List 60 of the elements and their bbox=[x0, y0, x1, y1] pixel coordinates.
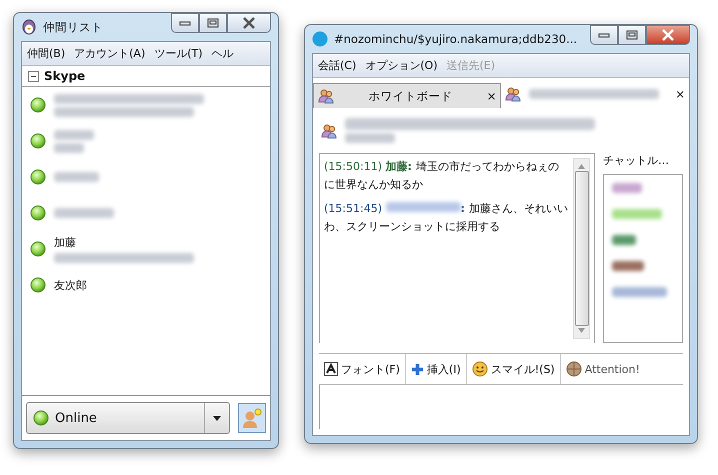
scroll-down-arrow-icon[interactable] bbox=[578, 328, 585, 333]
blurred-participant[interactable] bbox=[612, 261, 644, 271]
minimize-icon bbox=[598, 31, 610, 39]
menu-item[interactable]: アカウント(A) bbox=[74, 46, 146, 61]
blurred-topic bbox=[345, 133, 395, 143]
minimize-button[interactable] bbox=[171, 13, 199, 33]
toolbar-button[interactable]: スマイル!(S) bbox=[466, 354, 561, 384]
close-tab-button[interactable]: × bbox=[486, 89, 496, 103]
close-icon bbox=[242, 17, 256, 29]
minimize-icon bbox=[179, 19, 191, 27]
toolbar-button[interactable]: Attention! bbox=[560, 354, 645, 384]
status-dot-icon bbox=[30, 97, 46, 113]
group-name: Skype bbox=[44, 69, 86, 83]
collapse-icon[interactable] bbox=[28, 70, 39, 82]
menu-item[interactable]: 会話(C) bbox=[318, 58, 356, 73]
people-icon bbox=[505, 86, 522, 102]
penguin-icon bbox=[21, 19, 37, 35]
scrollbar[interactable] bbox=[573, 158, 590, 339]
status-dot-icon bbox=[33, 410, 49, 426]
close-icon bbox=[661, 29, 675, 41]
menu-item[interactable]: 仲間(B) bbox=[27, 46, 66, 61]
toolbar-button[interactable]: 挿入(I) bbox=[406, 354, 467, 384]
toolbar-button[interactable]: フォント(F) bbox=[319, 354, 406, 384]
menu-item[interactable]: ヘル bbox=[212, 46, 234, 61]
maximize-icon bbox=[626, 30, 638, 40]
maximize-button[interactable] bbox=[618, 25, 646, 45]
close-button[interactable] bbox=[227, 13, 271, 33]
buddy-name[interactable]: 加藤 bbox=[54, 235, 194, 250]
close-tab-button[interactable]: × bbox=[675, 87, 685, 101]
avatar-button[interactable] bbox=[238, 403, 266, 433]
attention-icon bbox=[566, 361, 582, 377]
menu-item[interactable]: オプション(O) bbox=[365, 58, 438, 73]
chat-message: (15:50:11) 加藤: 埼玉の市だってわからねぇのに世界なんか知るか bbox=[324, 159, 560, 193]
blurred-participant[interactable] bbox=[612, 235, 636, 245]
minimize-button[interactable] bbox=[590, 25, 618, 45]
status-dot-icon bbox=[30, 133, 46, 149]
people-icon bbox=[321, 122, 337, 138]
window-title: 仲間リスト bbox=[43, 20, 104, 34]
people-icon bbox=[318, 88, 334, 104]
participants-title: チャットル… bbox=[603, 153, 670, 168]
blurred-participant[interactable] bbox=[612, 183, 642, 193]
maximize-icon bbox=[207, 18, 219, 28]
maximize-button[interactable] bbox=[199, 13, 227, 33]
plus-icon bbox=[410, 362, 424, 376]
caret-icon bbox=[213, 416, 221, 420]
chat-message: (15:51:45) : 加藤さん、それいいわ、スクリーンショットに採用する bbox=[324, 201, 569, 235]
blurred-participant[interactable] bbox=[612, 287, 667, 297]
status-dot-icon bbox=[30, 241, 46, 257]
menu-item[interactable]: ツール(T) bbox=[154, 46, 203, 61]
smiley-icon bbox=[472, 361, 488, 377]
status-dot-icon bbox=[30, 277, 46, 293]
conversation-tab[interactable]: ホワイトボード × bbox=[313, 83, 502, 108]
status-dot-icon bbox=[30, 169, 46, 185]
buddy-name[interactable]: 友次郎 bbox=[54, 278, 87, 292]
close-button[interactable] bbox=[646, 25, 690, 45]
status-dot-icon bbox=[30, 205, 46, 221]
status-dropdown[interactable]: Online bbox=[26, 402, 230, 434]
scroll-up-arrow-icon[interactable] bbox=[578, 164, 585, 169]
window-title: #nozominchu/$yujiro.nakamura;ddb230... bbox=[334, 32, 578, 46]
font-icon bbox=[324, 362, 338, 376]
